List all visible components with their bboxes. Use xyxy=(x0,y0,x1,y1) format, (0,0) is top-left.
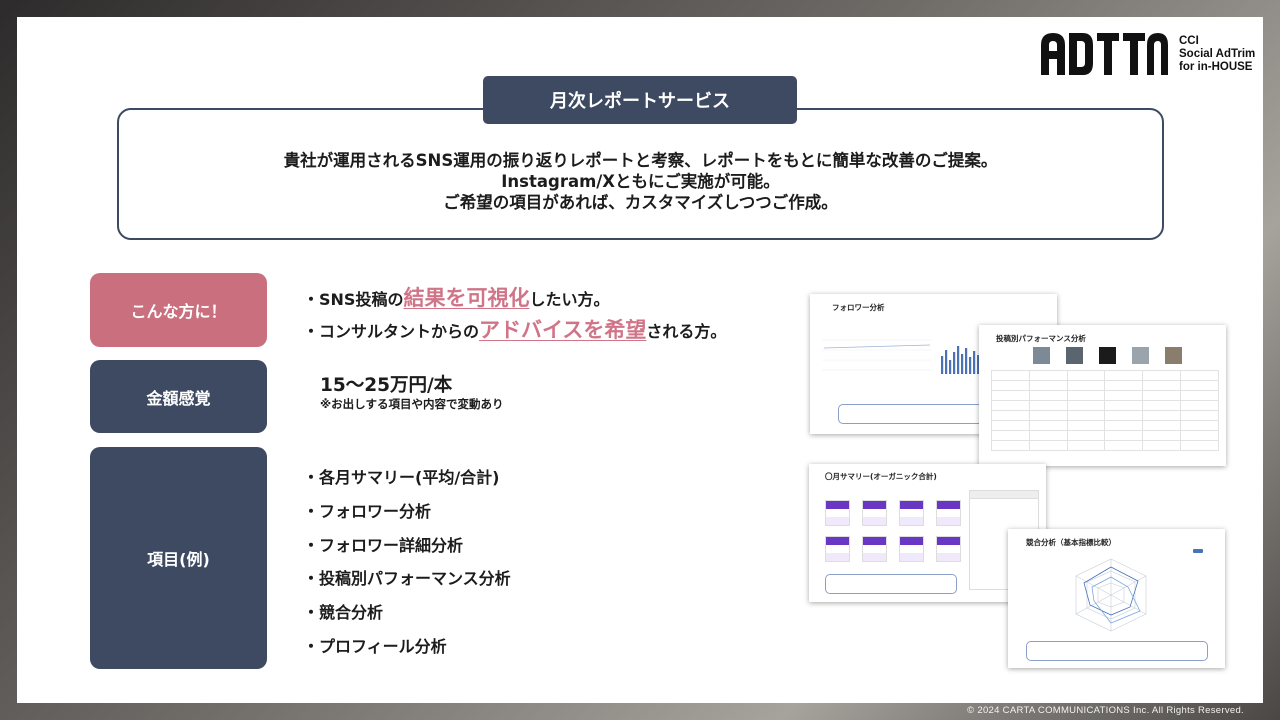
brand-logo: CCI Social AdTrim for in-HOUSE xyxy=(1039,31,1255,77)
thumbnail-post-performance: 投稿別パフォーマンス分析 xyxy=(979,325,1226,466)
follower-line-chart xyxy=(822,339,932,371)
post-metrics-table xyxy=(991,370,1219,451)
description-line-3: ご希望の項目があれば、カスタマイズしつつご作成。 xyxy=(443,192,838,212)
target-line-2-pre: ・コンサルタントからの xyxy=(303,322,480,341)
target-line-2-post: される方。 xyxy=(646,322,727,341)
legend-toggle xyxy=(1193,549,1203,553)
summary-card xyxy=(899,500,924,526)
post-thumbnail xyxy=(1099,347,1116,364)
thumbnail-title: フォロワー分析 xyxy=(832,303,885,312)
price-block: 15〜25万円/本 ※お出しする項目や内容で変動あり xyxy=(320,375,503,411)
summary-card xyxy=(825,500,850,526)
summary-card xyxy=(862,536,887,562)
service-description-box: 貴社が運用されるSNS運用の振り返りレポートと考察、レポートをもとに簡単な改善の… xyxy=(117,108,1164,240)
slide: CCI Social AdTrim for in-HOUSE 貴社が運用されるS… xyxy=(17,17,1263,703)
price-note: ※お出しする項目や内容で変動あり xyxy=(320,397,504,411)
target-line-1-pre: ・SNS投稿の xyxy=(303,290,404,309)
list-item: ・プロフィール分析 xyxy=(303,636,447,656)
target-line-2-highlight: アドバイスを希望 xyxy=(479,318,647,342)
price-value: 15〜25万円/本 xyxy=(320,375,453,396)
list-item: ・各月サマリー(平均/合計) xyxy=(303,468,500,487)
items-label: 項目(例) xyxy=(90,447,267,669)
brand-logo-text: CCI Social AdTrim for in-HOUSE xyxy=(1179,35,1255,74)
logo-line-2: Social AdTrim xyxy=(1179,47,1256,60)
target-line-2: ・コンサルタントからのアドバイスを希望される方。 xyxy=(303,315,726,347)
target-line-1-highlight: 結果を可視化 xyxy=(403,286,530,310)
summary-card-grid xyxy=(825,500,961,562)
radar-chart xyxy=(1075,558,1147,632)
logo-line-1: CCI xyxy=(1179,34,1199,47)
post-thumbnail xyxy=(1033,347,1050,364)
target-label: こんな方に！ xyxy=(90,273,267,347)
post-thumbnail xyxy=(1132,347,1149,364)
summary-card xyxy=(936,500,961,526)
items-list: ・各月サマリー(平均/合計) ・フォロワー分析 ・フォロワー詳細分析 ・投稿別パ… xyxy=(303,461,511,664)
list-item: ・競合分析 xyxy=(303,603,384,623)
summary-card xyxy=(936,536,961,562)
list-item: ・フォロワー分析 xyxy=(303,501,432,521)
post-image-strip xyxy=(1033,347,1182,364)
thumbnail-title: 投稿別パフォーマンス分析 xyxy=(996,334,1086,343)
follower-bar-chart xyxy=(941,346,980,374)
adtrim-logo-icon xyxy=(1041,33,1168,75)
logo-line-3: for in-HOUSE xyxy=(1179,60,1253,73)
service-title: 月次レポートサービス xyxy=(483,76,797,124)
summary-card xyxy=(862,500,887,526)
list-item: ・フォロワー詳細分析 xyxy=(303,535,464,555)
thumbnail-competitor-analysis: 競合分析（基本指標比較） xyxy=(1008,529,1225,668)
target-list: ・SNS投稿の結果を可視化したい方。 ・コンサルタントからのアドバイスを希望され… xyxy=(303,283,726,347)
copyright-footer: © 2024 CARTA COMMUNICATIONS Inc. All Rig… xyxy=(967,705,1244,716)
thumbnail-title: 競合分析（基本指標比較） xyxy=(1026,538,1116,547)
price-label: 金額感覚 xyxy=(90,360,267,433)
post-thumbnail xyxy=(1165,347,1182,364)
target-line-1-post: したい方。 xyxy=(529,290,610,309)
thumbnail-button xyxy=(1026,641,1208,661)
description-line-1: 貴社が運用されるSNS運用の振り返りレポートと考察、レポートをもとに簡単な改善の… xyxy=(283,150,998,170)
thumbnail-button xyxy=(825,574,957,594)
target-line-1: ・SNS投稿の結果を可視化したい方。 xyxy=(303,283,726,315)
summary-card xyxy=(825,536,850,562)
summary-card xyxy=(899,536,924,562)
post-thumbnail xyxy=(1066,347,1083,364)
description-line-2: Instagram/Xともにご実施が可能。 xyxy=(501,171,780,191)
list-item: ・投稿別パフォーマンス分析 xyxy=(303,569,511,589)
thumbnail-title: 〇月サマリー(オーガニック合計) xyxy=(825,472,937,481)
